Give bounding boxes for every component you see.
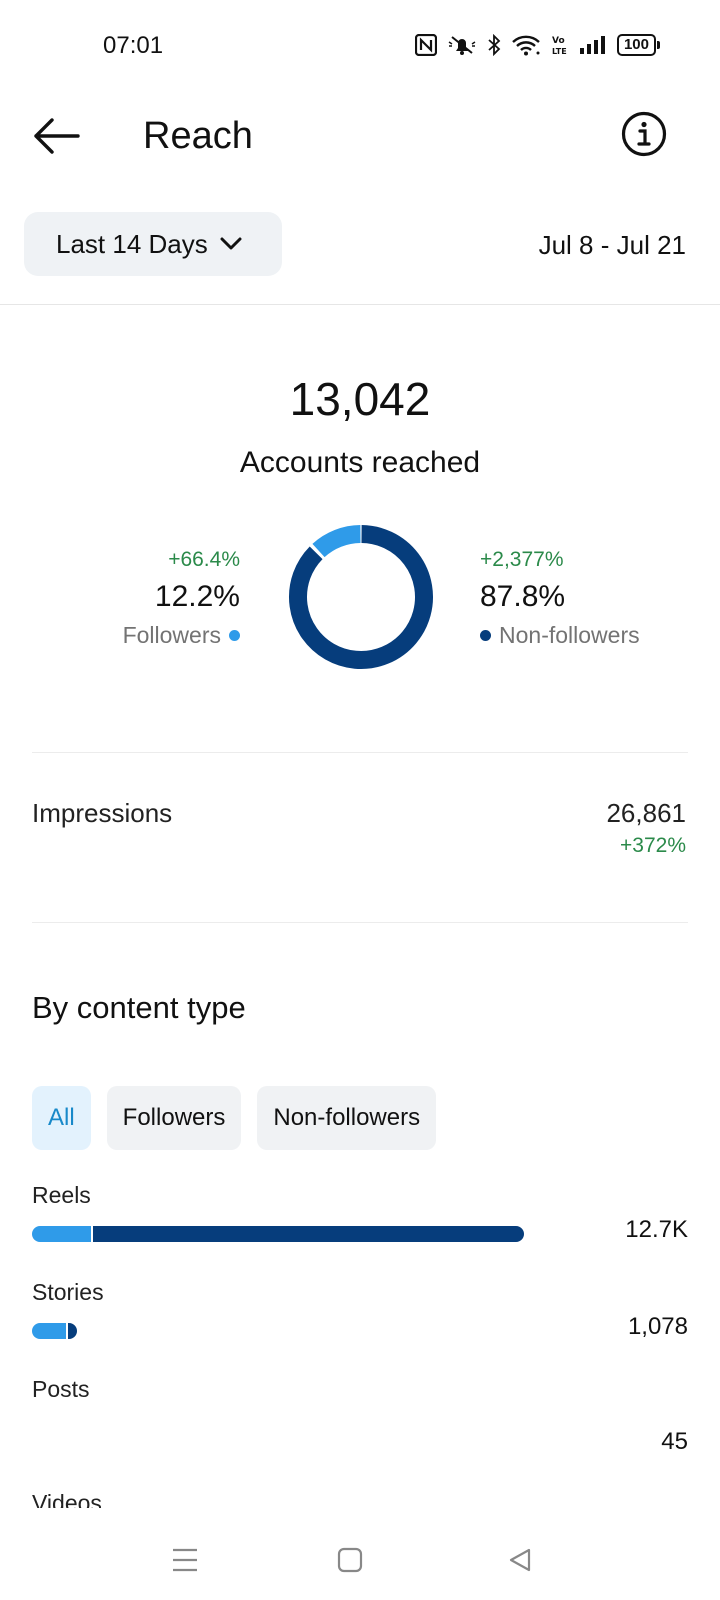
content-type-value: 45	[661, 1428, 688, 1455]
date-range-dropdown-label: Last 14 Days	[56, 228, 208, 259]
content-type-value: 12.7K	[625, 1216, 688, 1243]
page-title: Reach	[143, 115, 253, 157]
recent-apps-button[interactable]	[165, 1540, 205, 1580]
content-type-label: Posts	[32, 1376, 90, 1402]
non-followers-percent: 87.8%	[480, 580, 566, 613]
divider	[32, 922, 688, 923]
followers-legend: Followers	[123, 622, 240, 649]
nfc-icon	[414, 34, 437, 56]
bluetooth-icon	[487, 34, 501, 56]
followers-percent: 12.2%	[154, 580, 240, 613]
donut-segment-non-followers	[289, 525, 433, 669]
bar-segment-followers	[32, 1226, 92, 1242]
date-range-dropdown[interactable]: Last 14 Days	[24, 212, 282, 276]
system-navigation-bar	[0, 1510, 720, 1600]
chip-all[interactable]: All	[32, 1086, 91, 1150]
menu-icon	[173, 1548, 197, 1572]
status-time: 07:01	[103, 32, 164, 59]
volte-icon: Vo LTE	[551, 34, 569, 56]
header: Reach	[0, 96, 720, 176]
info-icon	[621, 111, 667, 157]
non-followers-legend: Non-followers	[480, 622, 640, 649]
content-type-label: Reels	[32, 1182, 91, 1208]
signal-icon	[579, 35, 607, 55]
content-type-title: By content type	[32, 990, 246, 1025]
home-square-icon	[337, 1547, 363, 1573]
followers-legend-label: Followers	[122, 622, 221, 648]
followers-legend-dot	[229, 630, 240, 641]
wifi-icon	[511, 34, 541, 56]
content-type-row-posts: Posts 45	[32, 1376, 688, 1456]
non-followers-legend-label: Non-followers	[499, 622, 640, 648]
content-type-row-reels: Reels 12.7K	[32, 1182, 688, 1262]
non-followers-change: +2,377%	[480, 548, 564, 571]
content-type-bar	[32, 1323, 77, 1339]
content-type-row-stories: Stories 1,078	[32, 1279, 688, 1359]
accounts-reached-value: 13,042	[289, 373, 431, 425]
audience-filter-chips: All Followers Non-followers	[32, 1086, 437, 1150]
status-bar: 07:01 Vo LTE 100	[0, 0, 720, 96]
chevron-down-icon	[220, 237, 242, 250]
impressions-value: 26,861	[606, 798, 686, 828]
info-button[interactable]	[620, 110, 668, 158]
impressions-label: Impressions	[32, 798, 173, 828]
battery-level: 100	[616, 34, 656, 56]
chip-followers[interactable]: Followers	[106, 1086, 242, 1150]
home-button[interactable]	[330, 1540, 370, 1580]
impressions-change: +372%	[620, 834, 686, 857]
reach-donut-chart	[287, 523, 435, 671]
content-type-label-videos: Videos	[32, 1490, 102, 1508]
status-icons: Vo LTE 100	[414, 34, 660, 56]
bar-segment-non-followers	[67, 1323, 77, 1339]
non-followers-legend-dot	[480, 630, 491, 641]
back-nav-button[interactable]	[500, 1540, 540, 1580]
donut-segment-followers	[312, 525, 361, 558]
content-type-bar	[32, 1226, 524, 1242]
non-followers-stat: +2,377% 87.8% Non-followers	[480, 548, 640, 649]
bar-segment-followers	[32, 1323, 66, 1339]
back-button[interactable]	[30, 110, 82, 162]
back-triangle-icon	[509, 1548, 531, 1572]
divider	[0, 304, 720, 305]
accounts-reached-label: Accounts reached	[239, 446, 481, 479]
content-type-value: 1,078	[627, 1313, 688, 1340]
chip-non-followers[interactable]: Non-followers	[257, 1086, 437, 1150]
date-range-text: Jul 8 - Jul 21	[538, 230, 686, 260]
battery-icon: 100	[616, 34, 660, 56]
divider	[32, 752, 688, 753]
svg-text:LTE: LTE	[552, 47, 567, 56]
content-type-label: Stories	[32, 1279, 104, 1305]
bar-segment-non-followers	[93, 1226, 524, 1242]
followers-stat: +66.4% 12.2% Followers	[123, 548, 240, 649]
back-arrow-icon	[34, 118, 80, 154]
followers-change: +66.4%	[168, 548, 240, 571]
mute-icon	[447, 34, 477, 56]
svg-text:Vo: Vo	[552, 36, 565, 46]
